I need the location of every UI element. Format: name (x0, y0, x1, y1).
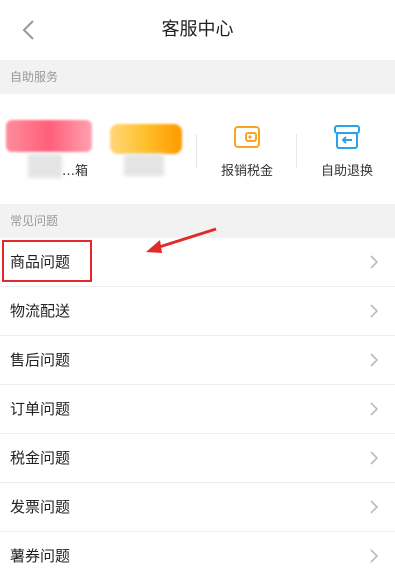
faq-label: 税金问题 (10, 449, 71, 467)
faq-label: 薯券问题 (10, 547, 71, 565)
chevron-right-icon (370, 304, 379, 318)
blurred-label-mask (124, 154, 164, 176)
service-label-tax-refund: 报销税金 (220, 164, 273, 179)
page-title: 客服中心 (161, 19, 234, 40)
faq-item-after-sales[interactable]: 售后问题 (0, 336, 395, 385)
service-label-1: …箱 (62, 164, 89, 179)
back-button[interactable] (12, 14, 44, 46)
chevron-left-icon (22, 20, 34, 40)
return-box-icon (334, 125, 360, 149)
section-header-self-service: 自助服务 (0, 60, 395, 94)
faq-list: 商品问题 物流配送 售后问题 订单问题 税金问题 发票问题 薯券问题 (0, 238, 395, 574)
chevron-right-icon (370, 500, 379, 514)
header-bar: 客服中心 (0, 0, 395, 60)
faq-label: 物流配送 (10, 302, 71, 320)
faq-label: 发票问题 (10, 498, 71, 516)
faq-item-tax[interactable]: 税金问题 (0, 434, 395, 483)
service-label-self-return: 自助退换 (320, 164, 373, 179)
faq-item-invoice[interactable]: 发票问题 (0, 483, 395, 532)
faq-item-logistics[interactable]: 物流配送 (0, 287, 395, 336)
service-item-self-return[interactable]: 自助退换 (298, 94, 395, 204)
self-service-grid: …箱 报销税金 自助退换 (0, 94, 395, 204)
wallet-icon (234, 126, 260, 148)
divider (196, 134, 197, 168)
service-item-1[interactable]: …箱 (0, 94, 98, 204)
blurred-icon (110, 124, 182, 154)
faq-label: 订单问题 (10, 400, 71, 418)
chevron-right-icon (370, 451, 379, 465)
chevron-right-icon (370, 549, 379, 563)
service-item-2[interactable] (98, 94, 196, 204)
chevron-right-icon (370, 255, 379, 269)
blurred-icon (6, 120, 92, 152)
faq-item-coupon[interactable]: 薯券问题 (0, 532, 395, 574)
faq-label: 售后问题 (10, 351, 71, 369)
service-item-tax-refund[interactable]: 报销税金 (198, 94, 296, 204)
annotation-arrow (146, 227, 217, 253)
chevron-right-icon (370, 402, 379, 416)
annotation-highlight-box (2, 240, 92, 282)
faq-item-order[interactable]: 订单问题 (0, 385, 395, 434)
divider (296, 134, 297, 168)
chevron-right-icon (370, 353, 379, 367)
